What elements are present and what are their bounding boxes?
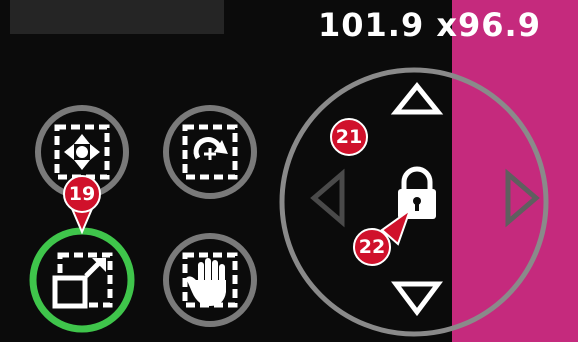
screen: 101.9 x96.9 19 21 22: [0, 0, 582, 346]
move-right-button[interactable]: [505, 168, 540, 228]
resize-icon: [52, 252, 113, 309]
move-down-button[interactable]: [391, 281, 443, 317]
rotate-button[interactable]: [163, 105, 257, 199]
resize-button[interactable]: [29, 227, 135, 333]
hand-icon: [182, 252, 238, 308]
arrow-right-icon: [505, 168, 540, 228]
move-arrows-icon: [54, 124, 110, 180]
callout-19: 19: [63, 175, 101, 213]
callout-21: 21: [330, 118, 368, 156]
callout-22: 22: [353, 228, 391, 266]
position-dpad: [279, 67, 549, 337]
control-panel: 101.9 x96.9 19 21 22: [0, 0, 578, 342]
move-up-button[interactable]: [390, 82, 444, 115]
lock-button[interactable]: [398, 166, 436, 219]
arrow-down-icon: [391, 281, 443, 317]
lock-icon: [398, 166, 436, 219]
arrow-left-icon: [310, 168, 345, 228]
move-left-button[interactable]: [310, 168, 345, 228]
arrow-up-icon: [390, 82, 444, 115]
pan-button[interactable]: [163, 233, 257, 327]
rotate-icon: [182, 124, 238, 180]
